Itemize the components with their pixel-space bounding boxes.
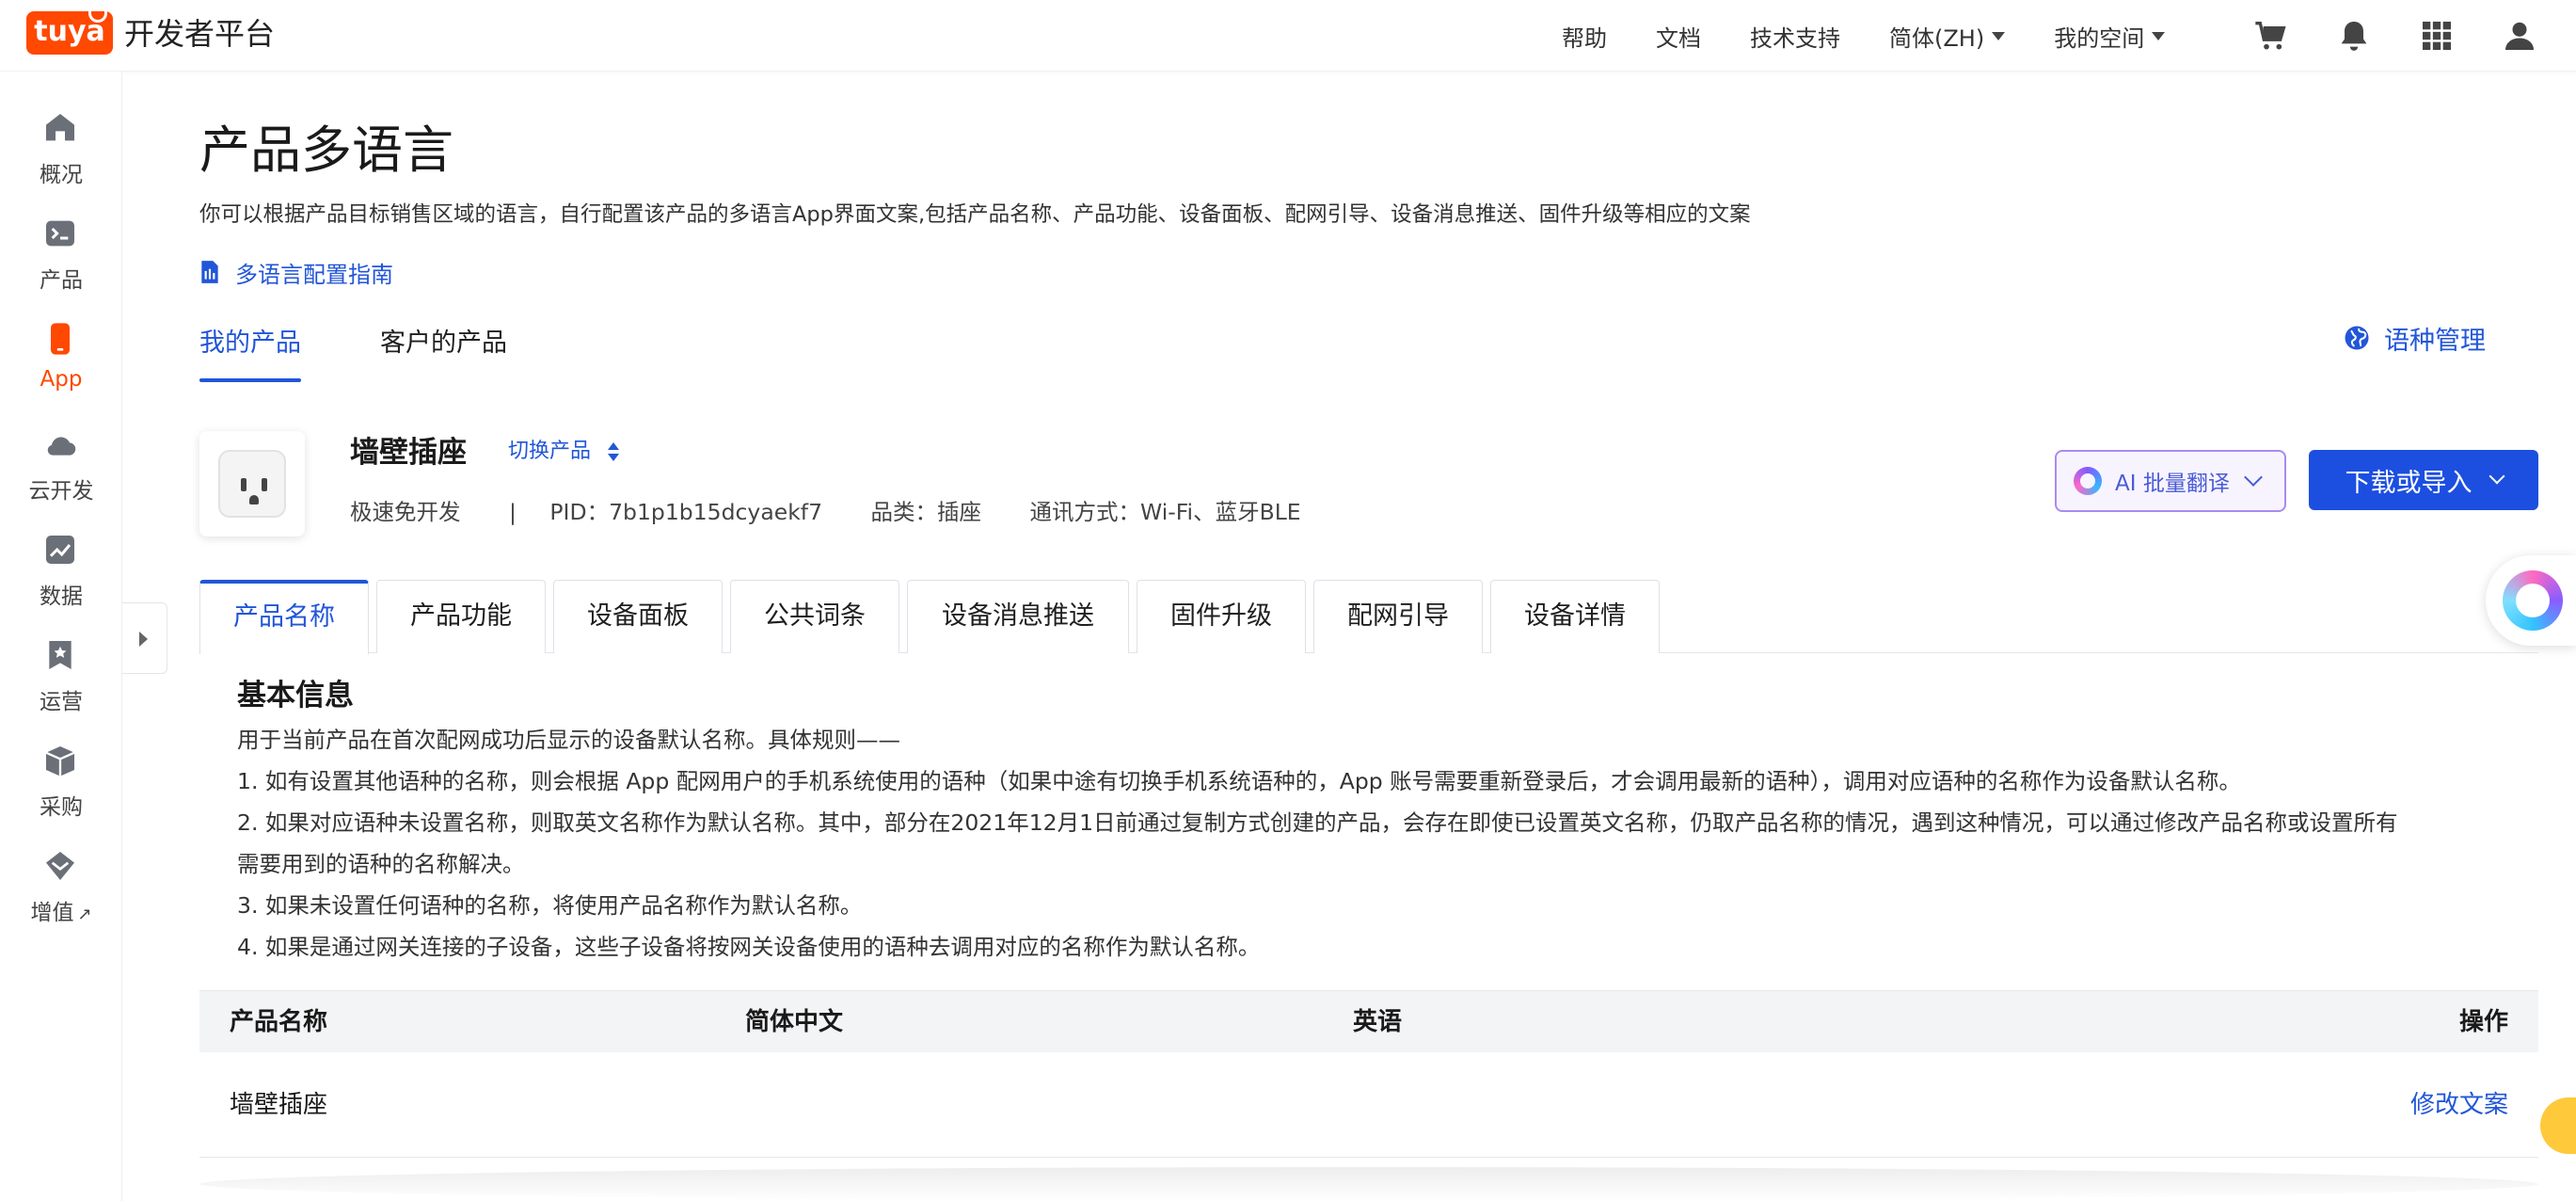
language-management-button[interactable]: 语种管理 — [2343, 316, 2486, 360]
tab-common-entries[interactable]: 公共词条 — [730, 580, 899, 653]
product-meta: 极速免开发 | PID：7b1p1b15dcyaekf7 品类：插座 通讯方式：… — [350, 495, 1343, 529]
meta-separator: | — [508, 499, 517, 525]
col-product-name: 产品名称 — [230, 1008, 328, 1036]
cell-product-name: 墙壁插座 — [230, 1091, 328, 1119]
chevron-down-icon — [2243, 468, 2263, 487]
col-actions: 操作 — [2458, 1008, 2508, 1036]
rule-2: 2. 如果对应语种未设置名称，则取英文名称作为默认名称。其中，部分在2021年1… — [237, 809, 2398, 836]
tab-device-push[interactable]: 设备消息推送 — [907, 580, 1129, 653]
col-simplified-chinese: 简体中文 — [745, 1008, 844, 1036]
home-icon — [46, 114, 74, 141]
page-title: 产品多语言 — [199, 120, 453, 180]
grid-apps-icon[interactable] — [2418, 17, 2456, 55]
left-sidebar: 概况 产品 App 云开发 数据 运营 采购 增值 ↗ — [0, 72, 122, 1201]
external-link-icon: ↗ — [77, 905, 92, 924]
sidebar-item-operations[interactable]: 运营 — [0, 625, 122, 723]
box-icon — [45, 746, 75, 777]
chevron-down-icon — [2489, 468, 2504, 485]
sidebar-item-label: App — [40, 367, 83, 392]
multilang-guide-link[interactable]: 多语言配置指南 — [199, 254, 393, 290]
download-import-label: 下载或导入 — [2345, 468, 2473, 498]
download-import-button[interactable]: 下载或导入 — [2309, 450, 2538, 510]
sidebar-item-value-added[interactable]: 增值 ↗ — [0, 836, 122, 934]
tab-customer-products[interactable]: 客户的产品 — [380, 320, 507, 367]
sidebar-item-label: 产品 — [40, 268, 83, 293]
ai-batch-translate-button[interactable]: AI 批量翻译 — [2055, 450, 2286, 512]
bell-icon[interactable] — [2335, 17, 2373, 55]
terminal-icon — [46, 220, 74, 247]
sidebar-item-label: 运营 — [40, 690, 83, 714]
table-row: 墙壁插座 修改文案 — [199, 1052, 2538, 1158]
sidebar-item-label: 云开发 — [28, 479, 94, 504]
sidebar-item-label: 概况 — [40, 163, 83, 187]
tab-firmware-upgrade[interactable]: 固件升级 — [1137, 580, 1306, 653]
phone-icon — [51, 323, 70, 355]
ai-translate-label: AI 批量翻译 — [2115, 472, 2230, 496]
table-header: 产品名称 简体中文 英语 操作 — [199, 990, 2538, 1052]
tab-product-function[interactable]: 产品功能 — [376, 580, 546, 653]
basic-info-title: 基本信息 — [237, 679, 354, 713]
tab-product-name[interactable]: 产品名称 — [199, 580, 369, 654]
language-management-label: 语种管理 — [2384, 326, 2486, 356]
sidebar-item-product[interactable]: 产品 — [0, 203, 122, 301]
nav-help[interactable]: 帮助 — [1562, 20, 1607, 53]
rule-1: 1. 如有设置其他语种的名称，则会根据 App 配网用户的手机系统使用的语种（如… — [237, 768, 2241, 794]
product-comm: 通讯方式：Wi-Fi、蓝牙BLE — [1029, 499, 1301, 525]
content-tabs: 产品名称 产品功能 设备面板 公共词条 设备消息推送 固件升级 配网引导 设备详… — [199, 578, 2538, 654]
sidebar-item-label: 数据 — [40, 584, 83, 609]
rule-4: 4. 如果是通过网关连接的子设备，这些子设备将按网关设备使用的语种去调用对应的名… — [237, 934, 1261, 960]
caret-down-icon — [2152, 31, 2166, 40]
product-category: 品类：插座 — [870, 499, 982, 525]
product-name: 墙壁插座 — [350, 436, 467, 470]
tuya-logo[interactable]: tuya — [26, 8, 113, 55]
product-thumbnail — [199, 431, 305, 536]
diamond-icon — [46, 852, 74, 880]
scroll-shadow — [199, 1167, 2538, 1201]
rule-2-cont: 需要用到的语种的名称解决。 — [237, 851, 525, 877]
sidebar-item-data[interactable]: 数据 — [0, 520, 122, 617]
user-icon[interactable] — [2501, 17, 2538, 55]
sidebar-item-purchase[interactable]: 采购 — [0, 730, 122, 828]
top-header: tuya 开发者平台 帮助 文档 技术支持 简体(ZH) 我的空间 — [0, 0, 2576, 72]
sidebar-collapse-toggle[interactable] — [122, 602, 167, 674]
rule-3: 3. 如果未设置任何语种的名称，将使用产品名称作为默认名称。 — [237, 892, 863, 919]
cloud-icon — [47, 437, 76, 456]
chart-icon — [46, 536, 74, 564]
document-icon — [201, 261, 218, 283]
nav-language-select[interactable]: 简体(ZH) — [1889, 20, 2006, 53]
sidebar-item-label: 采购 — [40, 795, 83, 820]
col-english: 英语 — [1353, 1008, 1403, 1036]
tab-my-products[interactable]: 我的产品 — [199, 320, 301, 382]
brand-name: 开发者平台 — [124, 16, 276, 52]
tab-device-panel[interactable]: 设备面板 — [553, 580, 723, 653]
ai-orb-icon — [2074, 467, 2102, 495]
tab-device-details[interactable]: 设备详情 — [1490, 580, 1660, 653]
bookmark-star-icon — [49, 641, 72, 669]
globe-icon — [2345, 326, 2369, 350]
nav-docs[interactable]: 文档 — [1656, 20, 1701, 53]
top-nav: 帮助 文档 技术支持 简体(ZH) 我的空间 — [1562, 0, 2214, 72]
nav-tech-support[interactable]: 技术支持 — [1750, 20, 1840, 53]
caret-down-icon — [1992, 31, 2006, 40]
cart-icon[interactable] — [2252, 17, 2290, 55]
sidebar-item-app[interactable]: App — [0, 309, 122, 407]
sidebar-item-overview[interactable]: 概况 — [0, 98, 122, 196]
basic-info-rules: 用于当前产品在首次配网成功后显示的设备默认名称。具体规则—— 1. 如有设置其他… — [237, 719, 2514, 968]
edit-copy-link[interactable]: 修改文案 — [2410, 1052, 2508, 1158]
mascot-helper-icon[interactable] — [2540, 1097, 2576, 1154]
sidebar-item-label: 增值 ↗ — [30, 901, 92, 925]
switch-product-label: 切换产品 — [508, 440, 592, 463]
guide-link-label: 多语言配置指南 — [235, 261, 393, 288]
rule-intro: 用于当前产品在首次配网成功后显示的设备默认名称。具体规则—— — [237, 727, 900, 753]
sort-arrows-icon — [608, 440, 620, 463]
tab-pairing-guide[interactable]: 配网引导 — [1313, 580, 1483, 653]
nav-my-space[interactable]: 我的空间 — [2054, 20, 2166, 53]
sidebar-item-cloud-dev[interactable]: 云开发 — [0, 414, 122, 512]
product-pid: PID：7b1p1b15dcyaekf7 — [549, 499, 823, 525]
page-description: 你可以根据产品目标销售区域的语言，自行配置该产品的多语言App界面文案,包括产品… — [199, 202, 1751, 227]
wall-socket-icon — [218, 450, 286, 518]
switch-product-button[interactable]: 切换产品 — [508, 435, 620, 469]
dev-mode: 极速免开发 — [350, 499, 461, 525]
